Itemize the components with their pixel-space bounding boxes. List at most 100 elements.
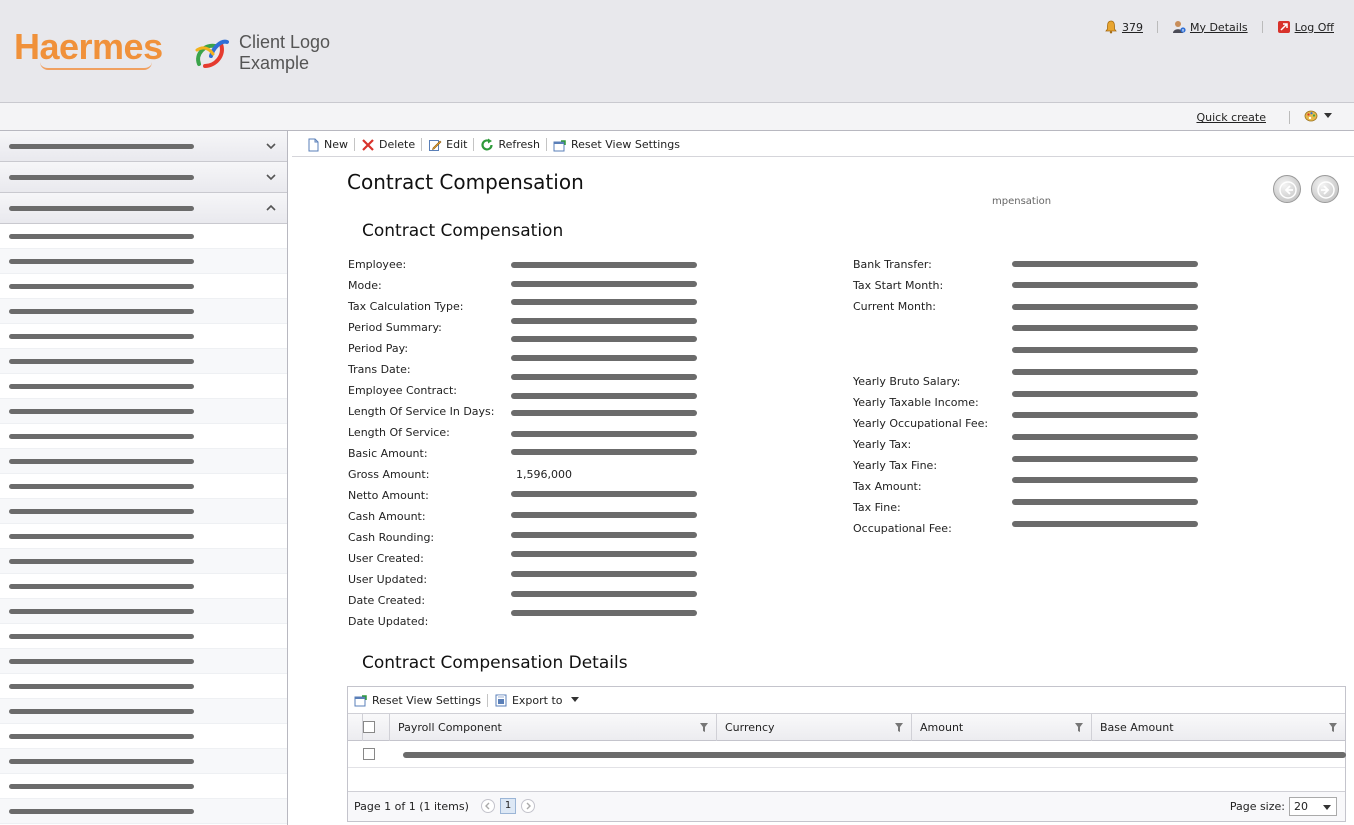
page-size-value[interactable]: 20 (1294, 800, 1308, 813)
filter-icon[interactable] (700, 723, 708, 732)
sidebar-item[interactable] (0, 674, 287, 699)
sidebar-item[interactable] (0, 524, 287, 549)
sidebar-item[interactable] (0, 724, 287, 749)
sidebar-item[interactable] (0, 699, 287, 724)
field-label: Occupational Fee: (853, 522, 952, 535)
chevron-right-icon (526, 802, 531, 810)
filter-icon[interactable] (1075, 723, 1083, 732)
palette-icon (1304, 110, 1318, 122)
log-off-label[interactable]: Log Off (1295, 21, 1334, 34)
grid-reset-view-label[interactable]: Reset View Settings (372, 694, 481, 707)
sidebar-item[interactable] (0, 624, 287, 649)
sidebar-item[interactable] (0, 599, 287, 624)
export-icon (495, 694, 507, 707)
redacted-text (9, 784, 194, 789)
column-header-base-amount[interactable]: Base Amount (1092, 714, 1345, 741)
redacted-value (511, 318, 697, 324)
theme-menu[interactable] (1304, 109, 1332, 123)
field-label: Length Of Service In Days: (348, 405, 495, 418)
sidebar-item[interactable] (0, 799, 287, 824)
field-label: Tax Calculation Type: (348, 300, 464, 313)
field-label: Cash Amount: (348, 510, 426, 523)
field-label: Tax Start Month: (853, 279, 944, 292)
notifications-link[interactable]: 379 (1090, 20, 1157, 34)
page-size-select[interactable]: 20 (1289, 797, 1337, 816)
section-title-contract-compensation: Contract Compensation (362, 221, 564, 241)
sidebar-group-header[interactable] (0, 131, 287, 162)
redacted-text (9, 559, 194, 564)
new-label[interactable]: New (324, 138, 348, 151)
redacted-value (1012, 261, 1198, 267)
previous-record-button[interactable] (1273, 175, 1301, 203)
redacted-text (9, 309, 194, 314)
sidebar-item[interactable] (0, 449, 287, 474)
row-checkbox[interactable] (363, 748, 375, 760)
quick-create-link[interactable]: Quick create (1196, 111, 1266, 124)
sidebar-item[interactable] (0, 424, 287, 449)
sidebar-group-header[interactable] (0, 162, 287, 193)
client-logo-line1: Client Logo (239, 32, 331, 52)
app-header: Haermes Client Logo Example 379 My Detai… (0, 0, 1354, 103)
sidebar-item[interactable] (0, 249, 287, 274)
filter-icon[interactable] (895, 723, 903, 732)
edit-button[interactable]: Edit (422, 138, 473, 152)
redacted-value (1012, 456, 1198, 462)
column-header-currency[interactable]: Currency (717, 714, 912, 741)
sidebar-item[interactable] (0, 324, 287, 349)
redacted-value (511, 299, 697, 305)
redacted-value (511, 532, 697, 538)
bell-icon (1105, 20, 1117, 34)
delete-label[interactable]: Delete (379, 138, 415, 151)
redacted-text (9, 259, 194, 264)
client-logo-text: Client Logo Example (239, 32, 330, 74)
arrow-right-icon (1317, 181, 1335, 199)
sidebar-item[interactable] (0, 774, 287, 799)
redacted-text (9, 144, 194, 149)
sidebar-item[interactable] (0, 299, 287, 324)
notifications-count[interactable]: 379 (1122, 21, 1143, 34)
grid-reset-view-settings-button[interactable]: Reset View Settings (354, 693, 487, 707)
column-header-payroll-component[interactable]: Payroll Component (390, 714, 717, 741)
refresh-label[interactable]: Refresh (498, 138, 540, 151)
column-label: Currency (725, 721, 775, 734)
reset-view-settings-button[interactable]: Reset View Settings (547, 138, 686, 152)
redacted-text (9, 384, 194, 389)
sidebar-item[interactable] (0, 374, 287, 399)
sidebar-item[interactable] (0, 549, 287, 574)
field-label: Yearly Tax: (853, 438, 912, 451)
sidebar-group-header[interactable] (0, 193, 287, 224)
filter-icon[interactable] (1329, 723, 1337, 732)
reset-view-settings-label[interactable]: Reset View Settings (571, 138, 680, 151)
export-to-button[interactable]: Export to (488, 693, 585, 707)
new-button[interactable]: New (300, 138, 354, 152)
sidebar-item[interactable] (0, 749, 287, 774)
sidebar-item[interactable] (0, 399, 287, 424)
pager-next-button[interactable] (521, 799, 535, 813)
field-label: User Created: (348, 552, 424, 565)
my-details-link[interactable]: My Details (1158, 20, 1262, 34)
pager-prev-button[interactable] (481, 799, 495, 813)
field-label: Yearly Taxable Income: (853, 396, 979, 409)
redacted-value (1012, 347, 1198, 353)
page-size-label: Page size: (1229, 800, 1285, 813)
edit-label[interactable]: Edit (446, 138, 467, 151)
sidebar-item[interactable] (0, 224, 287, 249)
refresh-button[interactable]: Refresh (474, 138, 546, 152)
sidebar-item[interactable] (0, 649, 287, 674)
pager-page-1[interactable]: 1 (500, 798, 516, 814)
table-row[interactable] (348, 741, 1346, 768)
export-to-label[interactable]: Export to (512, 694, 563, 707)
redacted-value (1012, 304, 1198, 310)
column-header-amount[interactable]: Amount (912, 714, 1092, 741)
sidebar-item[interactable] (0, 499, 287, 524)
delete-button[interactable]: Delete (355, 138, 421, 152)
sidebar-item[interactable] (0, 474, 287, 499)
my-details-label[interactable]: My Details (1190, 21, 1248, 34)
sidebar-item[interactable] (0, 349, 287, 374)
field-label: Netto Amount: (348, 489, 429, 502)
sidebar-item[interactable] (0, 274, 287, 299)
section-title-details: Contract Compensation Details (362, 653, 628, 673)
log-off-link[interactable]: Log Off (1263, 20, 1348, 34)
next-record-button[interactable] (1311, 175, 1339, 203)
sidebar-item[interactable] (0, 574, 287, 599)
